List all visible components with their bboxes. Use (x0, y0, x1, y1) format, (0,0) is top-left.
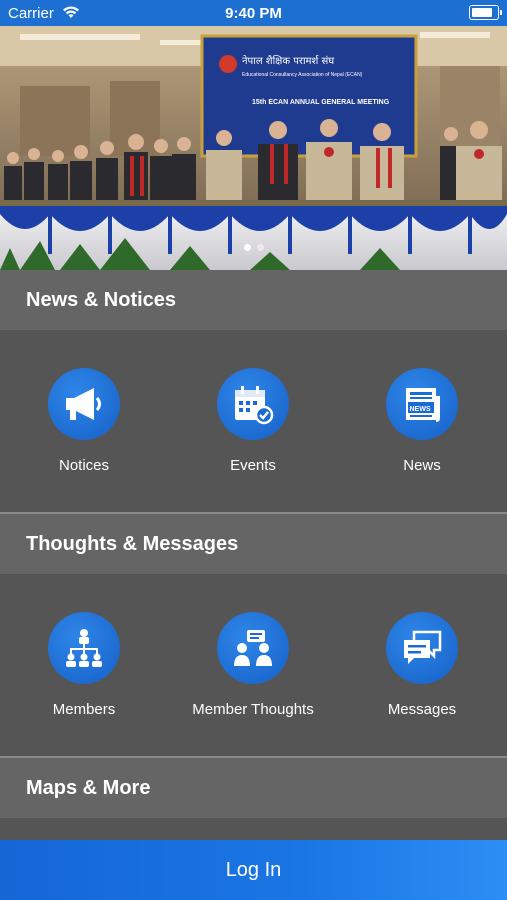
tile-label: Messages (387, 701, 457, 718)
hero-carousel[interactable]: नेपाल शैक्षिक परामर्श संघ Educational Co… (0, 26, 507, 270)
section-maps-body (0, 818, 507, 840)
tile-news[interactable]: NEWS News (338, 368, 506, 474)
banner-subtitle: Educational Consultancy Association of N… (242, 72, 363, 78)
tile-member-thoughts[interactable]: Member Thoughts (169, 612, 337, 718)
banner-title: नेपाल शैक्षिक परामर्श संघ (242, 55, 335, 67)
tile-label: News (403, 457, 441, 474)
section-news-grid: Notices Events NEWS News (0, 330, 507, 512)
newspaper-icon: NEWS (386, 368, 458, 440)
section-header-maps: Maps & More (0, 758, 507, 818)
banner-meeting: 15th ECAN ANNUAL GENERAL MEETING (252, 99, 390, 106)
tile-notices[interactable]: Notices (0, 368, 168, 474)
tile-messages[interactable]: Messages (338, 612, 506, 718)
chat-bubbles-icon (386, 612, 458, 684)
section-header-thoughts: Thoughts & Messages (0, 514, 507, 574)
status-bar: Carrier 9:40 PM (0, 0, 507, 26)
megaphone-icon (48, 368, 120, 440)
login-button[interactable]: Log In (0, 840, 507, 900)
tile-events[interactable]: Events (169, 368, 337, 474)
tile-label: Events (230, 457, 276, 474)
tile-label: Members (52, 701, 116, 718)
calendar-icon (217, 368, 289, 440)
discussion-icon (217, 612, 289, 684)
carousel-dot[interactable] (256, 244, 264, 251)
svg-text:NEWS: NEWS (410, 406, 431, 413)
carousel-dots (0, 238, 507, 256)
carousel-dot-active[interactable] (243, 244, 251, 251)
tile-label: Notices (58, 457, 110, 474)
org-chart-icon (48, 612, 120, 684)
section-header-news: News & Notices (0, 270, 507, 330)
tile-members[interactable]: Members (0, 612, 168, 718)
section-thoughts-grid: Members Member Thoughts Messages (0, 574, 507, 756)
status-time: 9:40 PM (225, 5, 282, 22)
tile-label: Member Thoughts (192, 701, 314, 718)
hero-photo: नेपाल शैक्षिक परामर्श संघ Educational Co… (0, 26, 507, 270)
battery-icon (469, 5, 502, 20)
